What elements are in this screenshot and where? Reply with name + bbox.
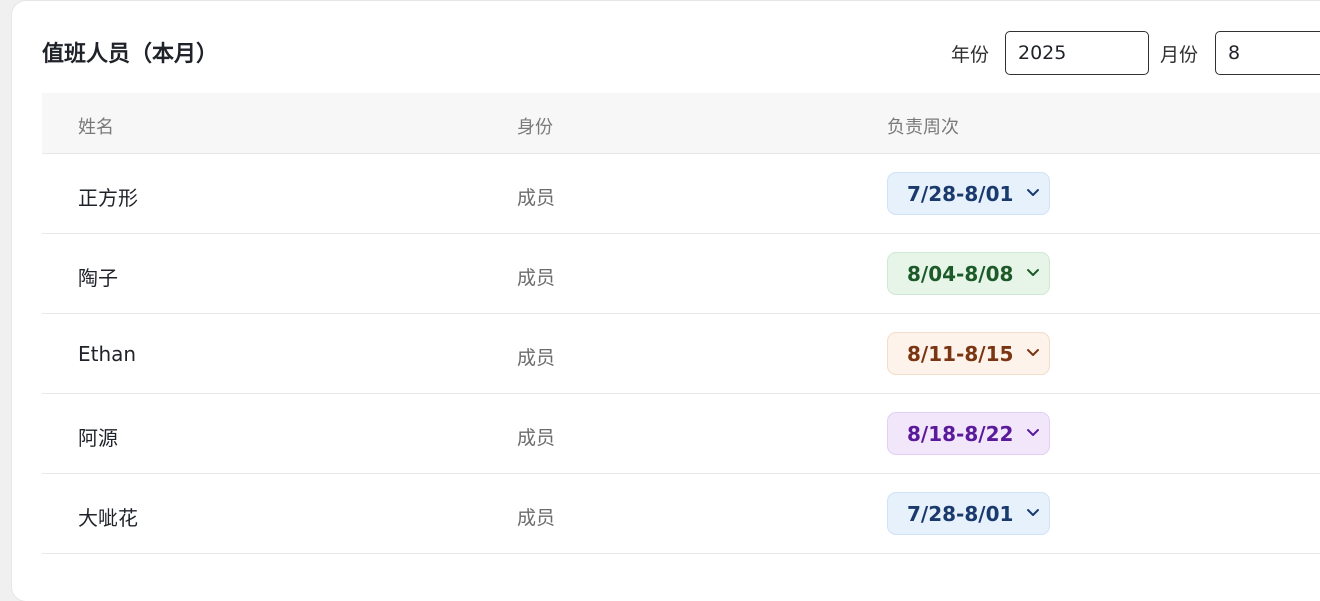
table-row: Ethan 成员 8/11-8/15 (42, 314, 1320, 394)
member-name: Ethan (78, 342, 137, 366)
week-value: 8/18-8/22 (907, 422, 1014, 446)
member-role: 成员 (517, 347, 556, 369)
member-name: 大呲花 (78, 506, 138, 530)
member-name: 陶子 (78, 266, 118, 290)
week-value: 8/04-8/08 (907, 262, 1014, 286)
member-role: 成员 (517, 187, 556, 209)
table-header: 姓名 身份 负责周次 (42, 93, 1320, 154)
week-select[interactable]: 7/28-8/01 (887, 492, 1050, 535)
week-value: 8/11-8/15 (907, 342, 1014, 366)
column-header-role: 身份 (517, 117, 553, 138)
column-header-name: 姓名 (78, 117, 114, 138)
column-header-week: 负责周次 (887, 117, 959, 138)
page-title: 值班人员（本月） (42, 42, 219, 67)
member-role: 成员 (517, 507, 556, 529)
week-select[interactable]: 8/18-8/22 (887, 412, 1050, 455)
chevron-down-icon (1026, 347, 1040, 359)
chevron-down-icon (1026, 187, 1040, 199)
year-input[interactable] (1005, 31, 1149, 75)
table-row: 阿源 成员 8/18-8/22 (42, 394, 1320, 474)
table-row: 陶子 成员 8/04-8/08 (42, 234, 1320, 314)
week-value: 7/28-8/01 (907, 502, 1014, 526)
month-input[interactable] (1215, 31, 1320, 75)
table-row: 大呲花 成员 7/28-8/01 (42, 474, 1320, 554)
member-role: 成员 (517, 427, 556, 449)
chevron-down-icon (1026, 427, 1040, 439)
chevron-down-icon (1026, 507, 1040, 519)
week-select[interactable]: 7/28-8/01 (887, 172, 1050, 215)
member-name: 正方形 (78, 186, 138, 210)
year-label: 年份 (951, 44, 990, 66)
member-name: 阿源 (78, 426, 118, 450)
week-select[interactable]: 8/04-8/08 (887, 252, 1050, 295)
week-select[interactable]: 8/11-8/15 (887, 332, 1050, 375)
member-role: 成员 (517, 267, 556, 289)
week-value: 7/28-8/01 (907, 182, 1014, 206)
table-row: 正方形 成员 7/28-8/01 (42, 154, 1320, 234)
chevron-down-icon (1026, 267, 1040, 279)
month-label: 月份 (1160, 44, 1199, 66)
